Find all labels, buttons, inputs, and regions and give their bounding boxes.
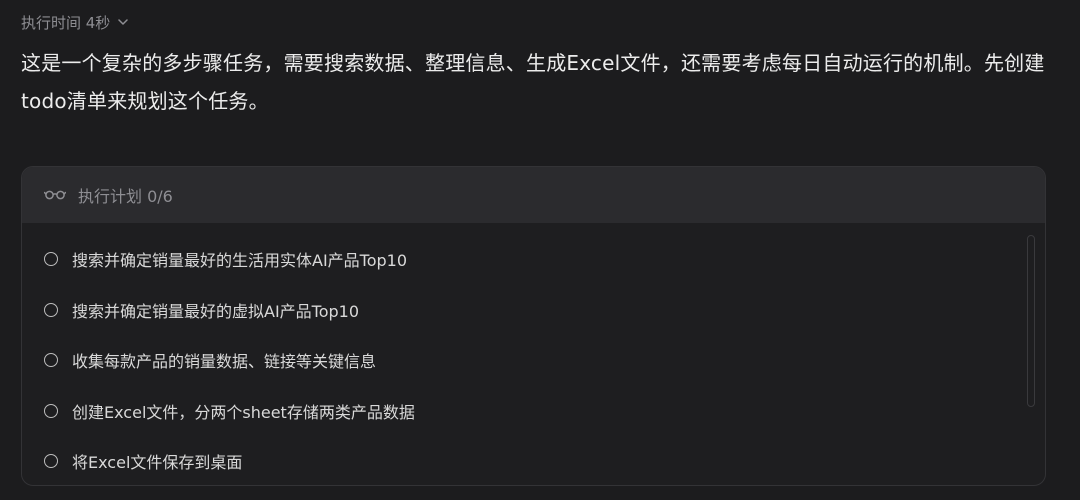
- plan-item-label: 创建Excel文件，分两个sheet存储两类产品数据: [72, 403, 415, 422]
- plan-header[interactable]: 执行计划 0/6: [22, 167, 1045, 223]
- unchecked-circle-icon[interactable]: [44, 454, 58, 468]
- chat-panel: 执行时间 4秒 这是一个复杂的多步骤任务，需要搜索数据、整理信息、生成Excel…: [0, 0, 1080, 500]
- execution-plan-card: 执行计划 0/6 搜索并确定销量最好的生活用实体AI产品Top10 搜索并确定销…: [21, 166, 1046, 486]
- plan-item[interactable]: 搜索并确定销量最好的虚拟AI产品Top10: [44, 298, 359, 322]
- unchecked-circle-icon[interactable]: [44, 303, 58, 317]
- plan-list[interactable]: 搜索并确定销量最好的生活用实体AI产品Top10 搜索并确定销量最好的虚拟AI产…: [22, 223, 1045, 485]
- execution-time-label: 执行时间 4秒: [21, 13, 111, 32]
- unchecked-circle-icon[interactable]: [44, 353, 58, 367]
- execution-time-toggle[interactable]: 执行时间 4秒: [21, 10, 130, 34]
- plan-item[interactable]: 将Excel文件保存到桌面: [44, 449, 242, 473]
- assistant-message: 这是一个复杂的多步骤任务，需要搜索数据、整理信息、生成Excel文件，还需要考虑…: [21, 51, 1045, 113]
- unchecked-circle-icon[interactable]: [44, 252, 58, 266]
- plan-item-label: 将Excel文件保存到桌面: [72, 453, 243, 472]
- glasses-icon: [44, 190, 66, 200]
- plan-item-label: 搜索并确定销量最好的生活用实体AI产品Top10: [72, 251, 408, 270]
- plan-item-label: 搜索并确定销量最好的虚拟AI产品Top10: [72, 302, 360, 321]
- plan-item-label: 收集每款产品的销量数据、链接等关键信息: [72, 352, 377, 371]
- plan-item[interactable]: 搜索并确定销量最好的生活用实体AI产品Top10: [44, 247, 407, 271]
- scrollbar[interactable]: [1027, 235, 1035, 407]
- plan-title: 执行计划 0/6: [78, 187, 173, 206]
- chevron-down-icon: [118, 19, 129, 25]
- plan-item[interactable]: 创建Excel文件，分两个sheet存储两类产品数据: [44, 399, 415, 423]
- unchecked-circle-icon[interactable]: [44, 404, 58, 418]
- plan-item[interactable]: 收集每款产品的销量数据、链接等关键信息: [44, 348, 376, 372]
